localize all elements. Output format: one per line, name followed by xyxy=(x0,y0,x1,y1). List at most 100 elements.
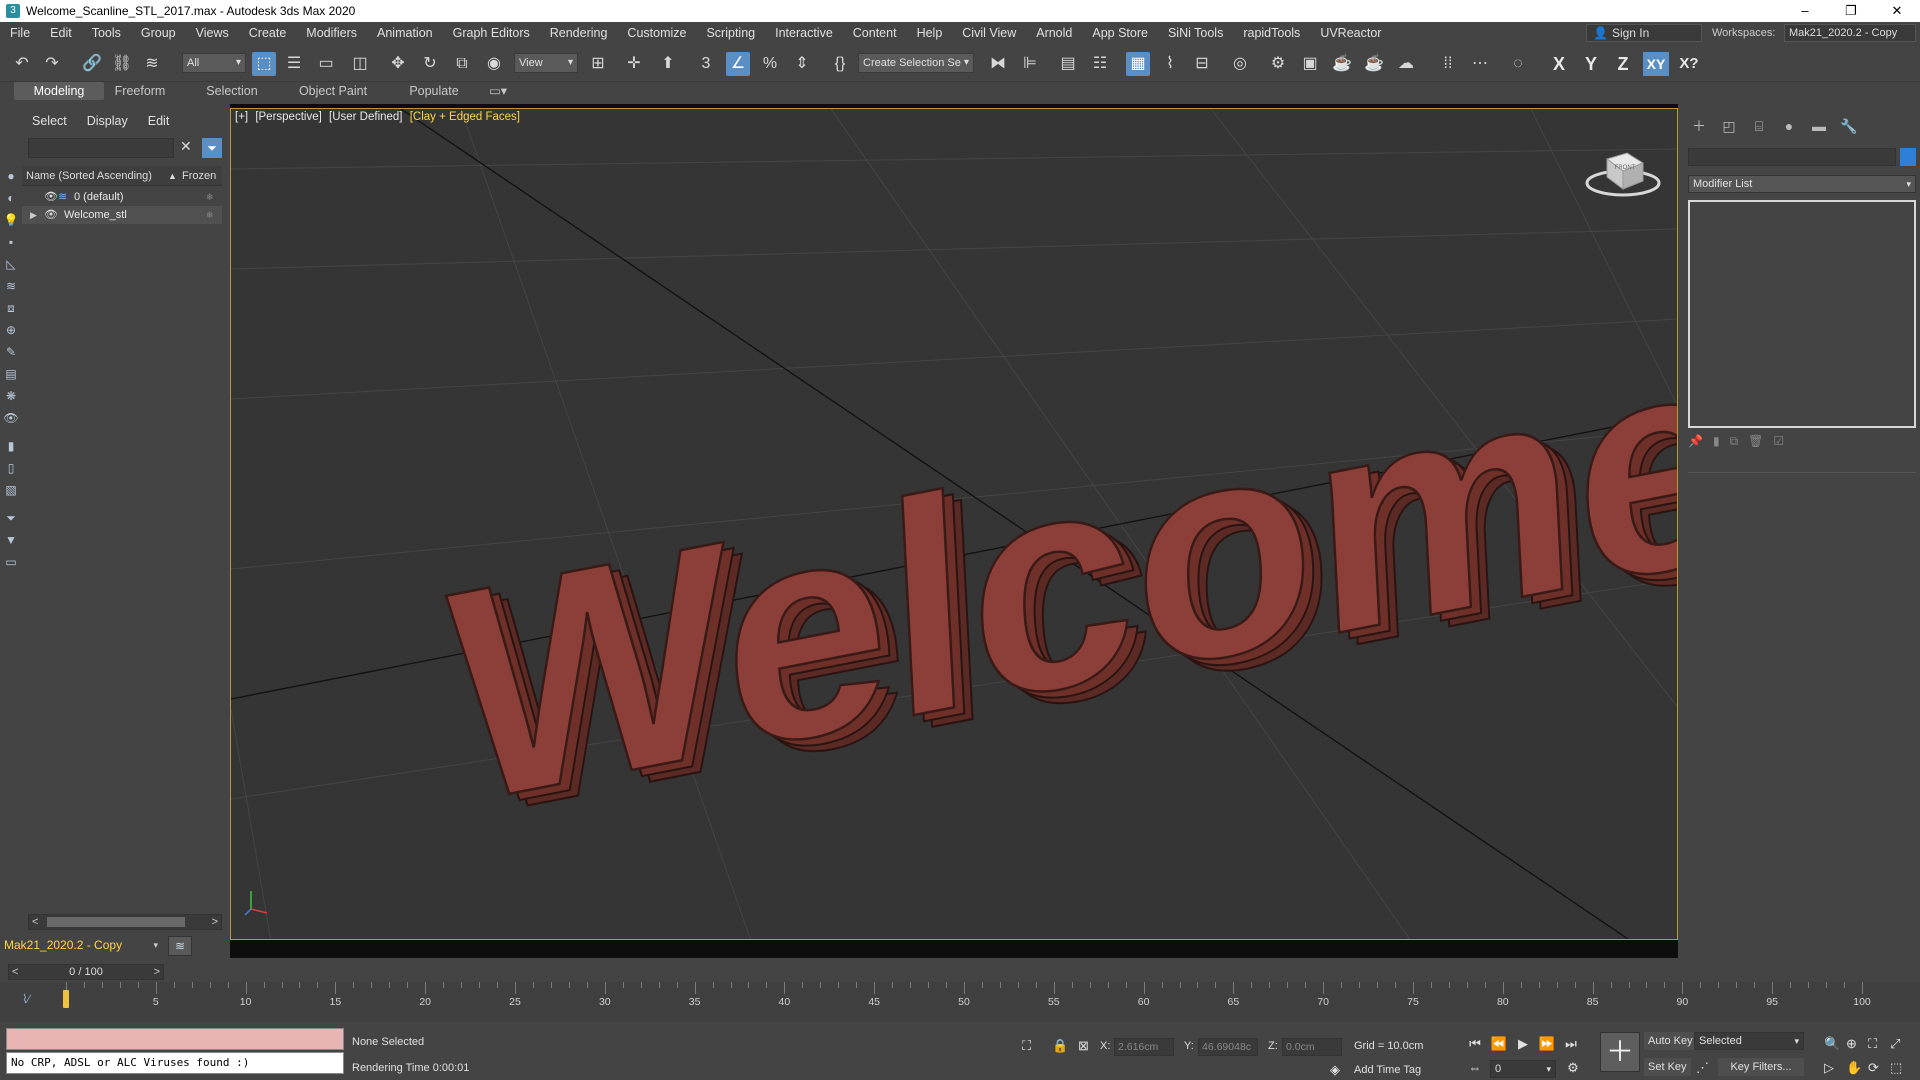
explorer-tab-display[interactable]: Display xyxy=(77,114,138,128)
menu-edit[interactable]: Edit xyxy=(40,22,82,44)
rect-selection-icon[interactable]: ▭ xyxy=(314,52,338,76)
goto-end-icon[interactable]: ⏭ xyxy=(1562,1036,1580,1052)
configure-modifier-sets-icon[interactable]: ☑ xyxy=(1773,434,1784,449)
workspaces-dropdown[interactable]: Mak21_2020.2 - Copy xyxy=(1784,24,1916,42)
modifier-list-dropdown[interactable]: Modifier List xyxy=(1688,175,1916,193)
ribbon-options-icon[interactable]: ▭▾ xyxy=(486,82,510,100)
menu-arnold[interactable]: Arnold xyxy=(1026,22,1082,44)
maxscript-listener-input[interactable] xyxy=(6,1028,344,1050)
axis-toggle-button[interactable]: X? xyxy=(1676,52,1702,76)
explorer-search-input[interactable] xyxy=(28,138,174,158)
snaps-toggle-icon[interactable]: 3 xyxy=(694,52,718,76)
display-none-icon[interactable]: ▯ xyxy=(3,460,19,476)
select-by-name-icon[interactable]: ☰ xyxy=(282,52,306,76)
link-icon[interactable]: 🔗 xyxy=(80,52,104,76)
named-selection-dropdown[interactable]: Create Selection Se xyxy=(858,53,974,73)
column-name[interactable]: Name (Sorted Ascending) xyxy=(26,166,152,186)
key-mode-dropdown[interactable]: Selected xyxy=(1694,1032,1804,1050)
prev-frame-icon[interactable]: < xyxy=(12,965,18,979)
minimize-button[interactable]: – xyxy=(1782,0,1828,22)
spinner-snap-icon[interactable]: ⇕ xyxy=(790,52,814,76)
time-slider[interactable]: < 0 / 100 > xyxy=(8,964,164,980)
zoom-extents-icon[interactable]: ⛶ xyxy=(1868,1036,1877,1052)
axis-x-button[interactable]: X xyxy=(1546,52,1572,76)
display-all-icon[interactable]: ▮ xyxy=(3,438,19,454)
open-mini-curve-editor-icon[interactable]: ⌇⁄ xyxy=(22,992,30,1006)
add-time-tag[interactable]: Add Time Tag xyxy=(1354,1064,1421,1076)
render-iterative-icon[interactable]: ☕ xyxy=(1362,52,1386,76)
toggle-ribbon-icon[interactable]: ▦ xyxy=(1126,52,1150,76)
play-icon[interactable]: ▶ xyxy=(1514,1036,1532,1052)
viewport-display-menu[interactable]: [User Defined] xyxy=(329,111,403,123)
toggle-layer-explorer-icon[interactable]: ☷ xyxy=(1088,52,1112,76)
menu-content[interactable]: Content xyxy=(843,22,907,44)
maximize-viewport-icon[interactable]: ⬚ xyxy=(1890,1060,1902,1076)
layer-explorer-icon[interactable]: ≋ xyxy=(168,936,192,956)
display-cameras-icon[interactable]: ▪ xyxy=(3,234,19,250)
zoom-icon[interactable]: 🔍 xyxy=(1824,1036,1840,1052)
viewport-general-menu[interactable]: [+] xyxy=(235,111,248,123)
x-coordinate-field[interactable]: 2.616cm xyxy=(1114,1038,1174,1056)
reference-coord-dropdown[interactable]: View xyxy=(514,53,578,73)
menu-app-store[interactable]: App Store xyxy=(1082,22,1158,44)
rendered-frame-window-icon[interactable]: ▣ xyxy=(1298,52,1322,76)
field-of-view-icon[interactable]: ▷ xyxy=(1824,1060,1834,1076)
next-frame-icon[interactable]: > xyxy=(154,965,160,979)
display-particles-icon[interactable]: ❋ xyxy=(3,388,19,404)
menu-create[interactable]: Create xyxy=(239,22,297,44)
keyboard-shortcut-override-icon[interactable]: ⬆ xyxy=(656,52,680,76)
curve-editor-icon[interactable]: ⌇ xyxy=(1158,52,1182,76)
explorer-horizontal-scrollbar[interactable]: < > xyxy=(28,914,222,930)
move-icon[interactable]: ✥ xyxy=(386,52,410,76)
track-bar[interactable]: ⌇⁄ 0510152025303540455055606570758085909… xyxy=(0,982,1920,1022)
render-online-icon[interactable]: ☁ xyxy=(1394,52,1418,76)
window-crossing-icon[interactable]: ◫ xyxy=(348,52,372,76)
layer-folder-icon[interactable]: ▭ xyxy=(3,554,19,570)
perspective-viewport[interactable]: [+] [Perspective] [User Defined] [Clay +… xyxy=(230,108,1678,940)
sign-in-dropdown[interactable]: 👤 Sign In xyxy=(1586,24,1702,42)
display-shapes-icon[interactable]: ◐ xyxy=(3,190,19,206)
orbit-icon[interactable]: ⟳ xyxy=(1868,1060,1879,1076)
display-bones-icon[interactable]: ✎ xyxy=(3,344,19,360)
menu-help[interactable]: Help xyxy=(907,22,953,44)
menu-graph-editors[interactable]: Graph Editors xyxy=(443,22,540,44)
menu-scripting[interactable]: Scripting xyxy=(696,22,765,44)
motion-tab-icon[interactable]: ● xyxy=(1778,116,1800,136)
display-containers-icon[interactable]: ▤ xyxy=(3,366,19,382)
select-object-icon[interactable]: ⬚ xyxy=(252,52,276,76)
rotate-icon[interactable]: ↻ xyxy=(418,52,442,76)
restore-button[interactable]: ❐ xyxy=(1828,0,1874,22)
display-groups-icon[interactable]: ⧈ xyxy=(3,300,19,316)
modifier-stack-list[interactable] xyxy=(1688,200,1916,428)
filter-icon[interactable]: ▼ xyxy=(3,532,19,548)
set-keys-icon[interactable]: ＋ xyxy=(1600,1032,1640,1072)
edit-named-selection-icon[interactable]: {} xyxy=(828,52,852,76)
display-lights-icon[interactable]: 💡 xyxy=(3,212,19,228)
menu-civil-view[interactable]: Civil View xyxy=(952,22,1026,44)
menu-customize[interactable]: Customize xyxy=(617,22,696,44)
expand-arrow-icon[interactable]: ▶ xyxy=(30,206,37,224)
time-configuration-icon[interactable]: ⚙ xyxy=(1564,1060,1582,1076)
array-icon[interactable]: ⁞⁞ xyxy=(1436,52,1460,76)
menu-uvreactor[interactable]: UVReactor xyxy=(1310,22,1391,44)
pivot-center-icon[interactable]: ⊞ xyxy=(586,52,610,76)
frozen-toggle-icon[interactable]: ❄ xyxy=(206,188,214,206)
modify-tab-icon[interactable]: ◰ xyxy=(1718,116,1740,136)
display-spacewarps-icon[interactable]: ≋ xyxy=(3,278,19,294)
menu-sini-tools[interactable]: SiNi Tools xyxy=(1158,22,1233,44)
remove-modifier-icon[interactable]: 🗑 xyxy=(1748,434,1763,449)
explorer-row-welcome-stl[interactable]: ▶ 👁 Welcome_stl ❄ xyxy=(22,206,222,224)
explorer-row-default-layer[interactable]: 👁 ≋ 0 (default) ❄ xyxy=(22,188,222,206)
visibility-eye-icon[interactable]: 👁 xyxy=(44,188,58,206)
timeline-playhead[interactable] xyxy=(63,990,69,1008)
tab-selection[interactable]: Selection xyxy=(196,82,268,100)
workspace-layer-dropdown[interactable]: Mak21_2020.2 - Copy xyxy=(4,936,160,954)
previous-frame-icon[interactable]: ⏪ xyxy=(1490,1036,1508,1052)
display-invert-icon[interactable]: ▧ xyxy=(3,482,19,498)
render-setup-icon[interactable]: ⚙ xyxy=(1266,52,1290,76)
axis-z-button[interactable]: Z xyxy=(1610,52,1636,76)
column-frozen[interactable]: Frozen xyxy=(182,166,216,186)
menu-rendering[interactable]: Rendering xyxy=(540,22,618,44)
set-key-button[interactable]: Set Key xyxy=(1644,1058,1691,1076)
z-coordinate-field[interactable]: 0.0cm xyxy=(1282,1038,1342,1056)
